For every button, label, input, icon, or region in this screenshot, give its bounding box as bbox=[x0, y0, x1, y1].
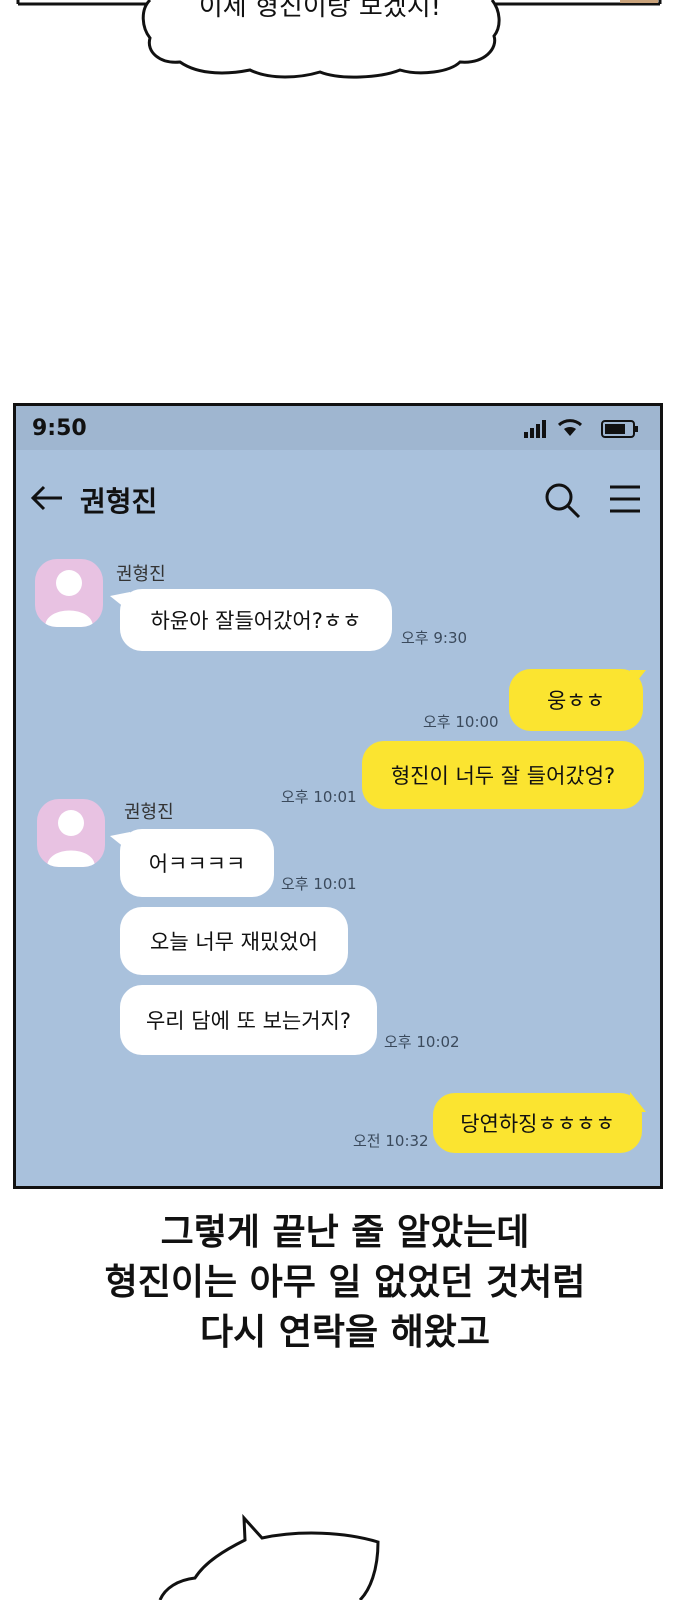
message-time: 오후 10:01 bbox=[281, 788, 357, 806]
narration-line-3: 다시 연락을 해왔고 bbox=[199, 1311, 491, 1353]
person-silhouette-icon bbox=[45, 570, 93, 627]
message-time: 오후 10:02 bbox=[384, 1033, 460, 1051]
sender-name: 권형진 bbox=[116, 564, 166, 585]
message-bubble-sent[interactable]: 형진이 너두 잘 들어갔엉? bbox=[362, 741, 644, 809]
message-time: 오전 10:32 bbox=[353, 1132, 429, 1150]
sender-name: 권형진 bbox=[124, 802, 174, 823]
message-time: 오후 10:01 bbox=[281, 875, 357, 893]
avatar[interactable] bbox=[37, 799, 105, 867]
message-bubble-received[interactable]: 어ㅋㅋㅋㅋ bbox=[120, 829, 274, 897]
message-bubble-sent[interactable]: 웅ㅎㅎ bbox=[509, 669, 643, 731]
person-silhouette-icon bbox=[47, 810, 95, 867]
avatar[interactable] bbox=[35, 559, 103, 627]
chat-title: 권형진 bbox=[80, 485, 158, 518]
message-bubble-received[interactable]: 오늘 너무 재밌었어 bbox=[120, 907, 348, 975]
bottom-speech-bubble bbox=[158, 1513, 380, 1600]
phone-screen: 9:50 권형진 권형진 하윤아 잘들어갔어?ㅎㅎ 오후 9:30 웅ㅎㅎ 오후… bbox=[13, 403, 663, 1189]
top-bubble-text: 이제 형진이랑 보겠지! bbox=[198, 0, 442, 22]
signal-wifi-battery-icon bbox=[524, 419, 638, 438]
narration-line-1: 그렇게 끝난 줄 알았는데 bbox=[160, 1211, 530, 1253]
message-time: 오후 9:30 bbox=[401, 629, 468, 647]
message-time: 오후 10:00 bbox=[423, 713, 499, 731]
message-bubble-sent[interactable]: 당연하징ㅎㅎㅎㅎ bbox=[433, 1093, 642, 1153]
narration-line-2: 형진이는 아무 일 없었던 것처럼 bbox=[104, 1261, 586, 1303]
back-arrow-icon[interactable] bbox=[30, 484, 64, 516]
message-bubble-received[interactable]: 우리 담에 또 보는거지? bbox=[120, 985, 377, 1055]
menu-icon[interactable] bbox=[608, 484, 642, 518]
status-bar: 9:50 bbox=[16, 406, 660, 450]
status-time: 9:50 bbox=[32, 416, 87, 441]
message-bubble-received[interactable]: 하윤아 잘들어갔어?ㅎㅎ bbox=[120, 589, 392, 651]
chat-header: 권형진 bbox=[16, 468, 660, 528]
status-icons bbox=[524, 418, 644, 444]
search-icon[interactable] bbox=[544, 482, 582, 524]
